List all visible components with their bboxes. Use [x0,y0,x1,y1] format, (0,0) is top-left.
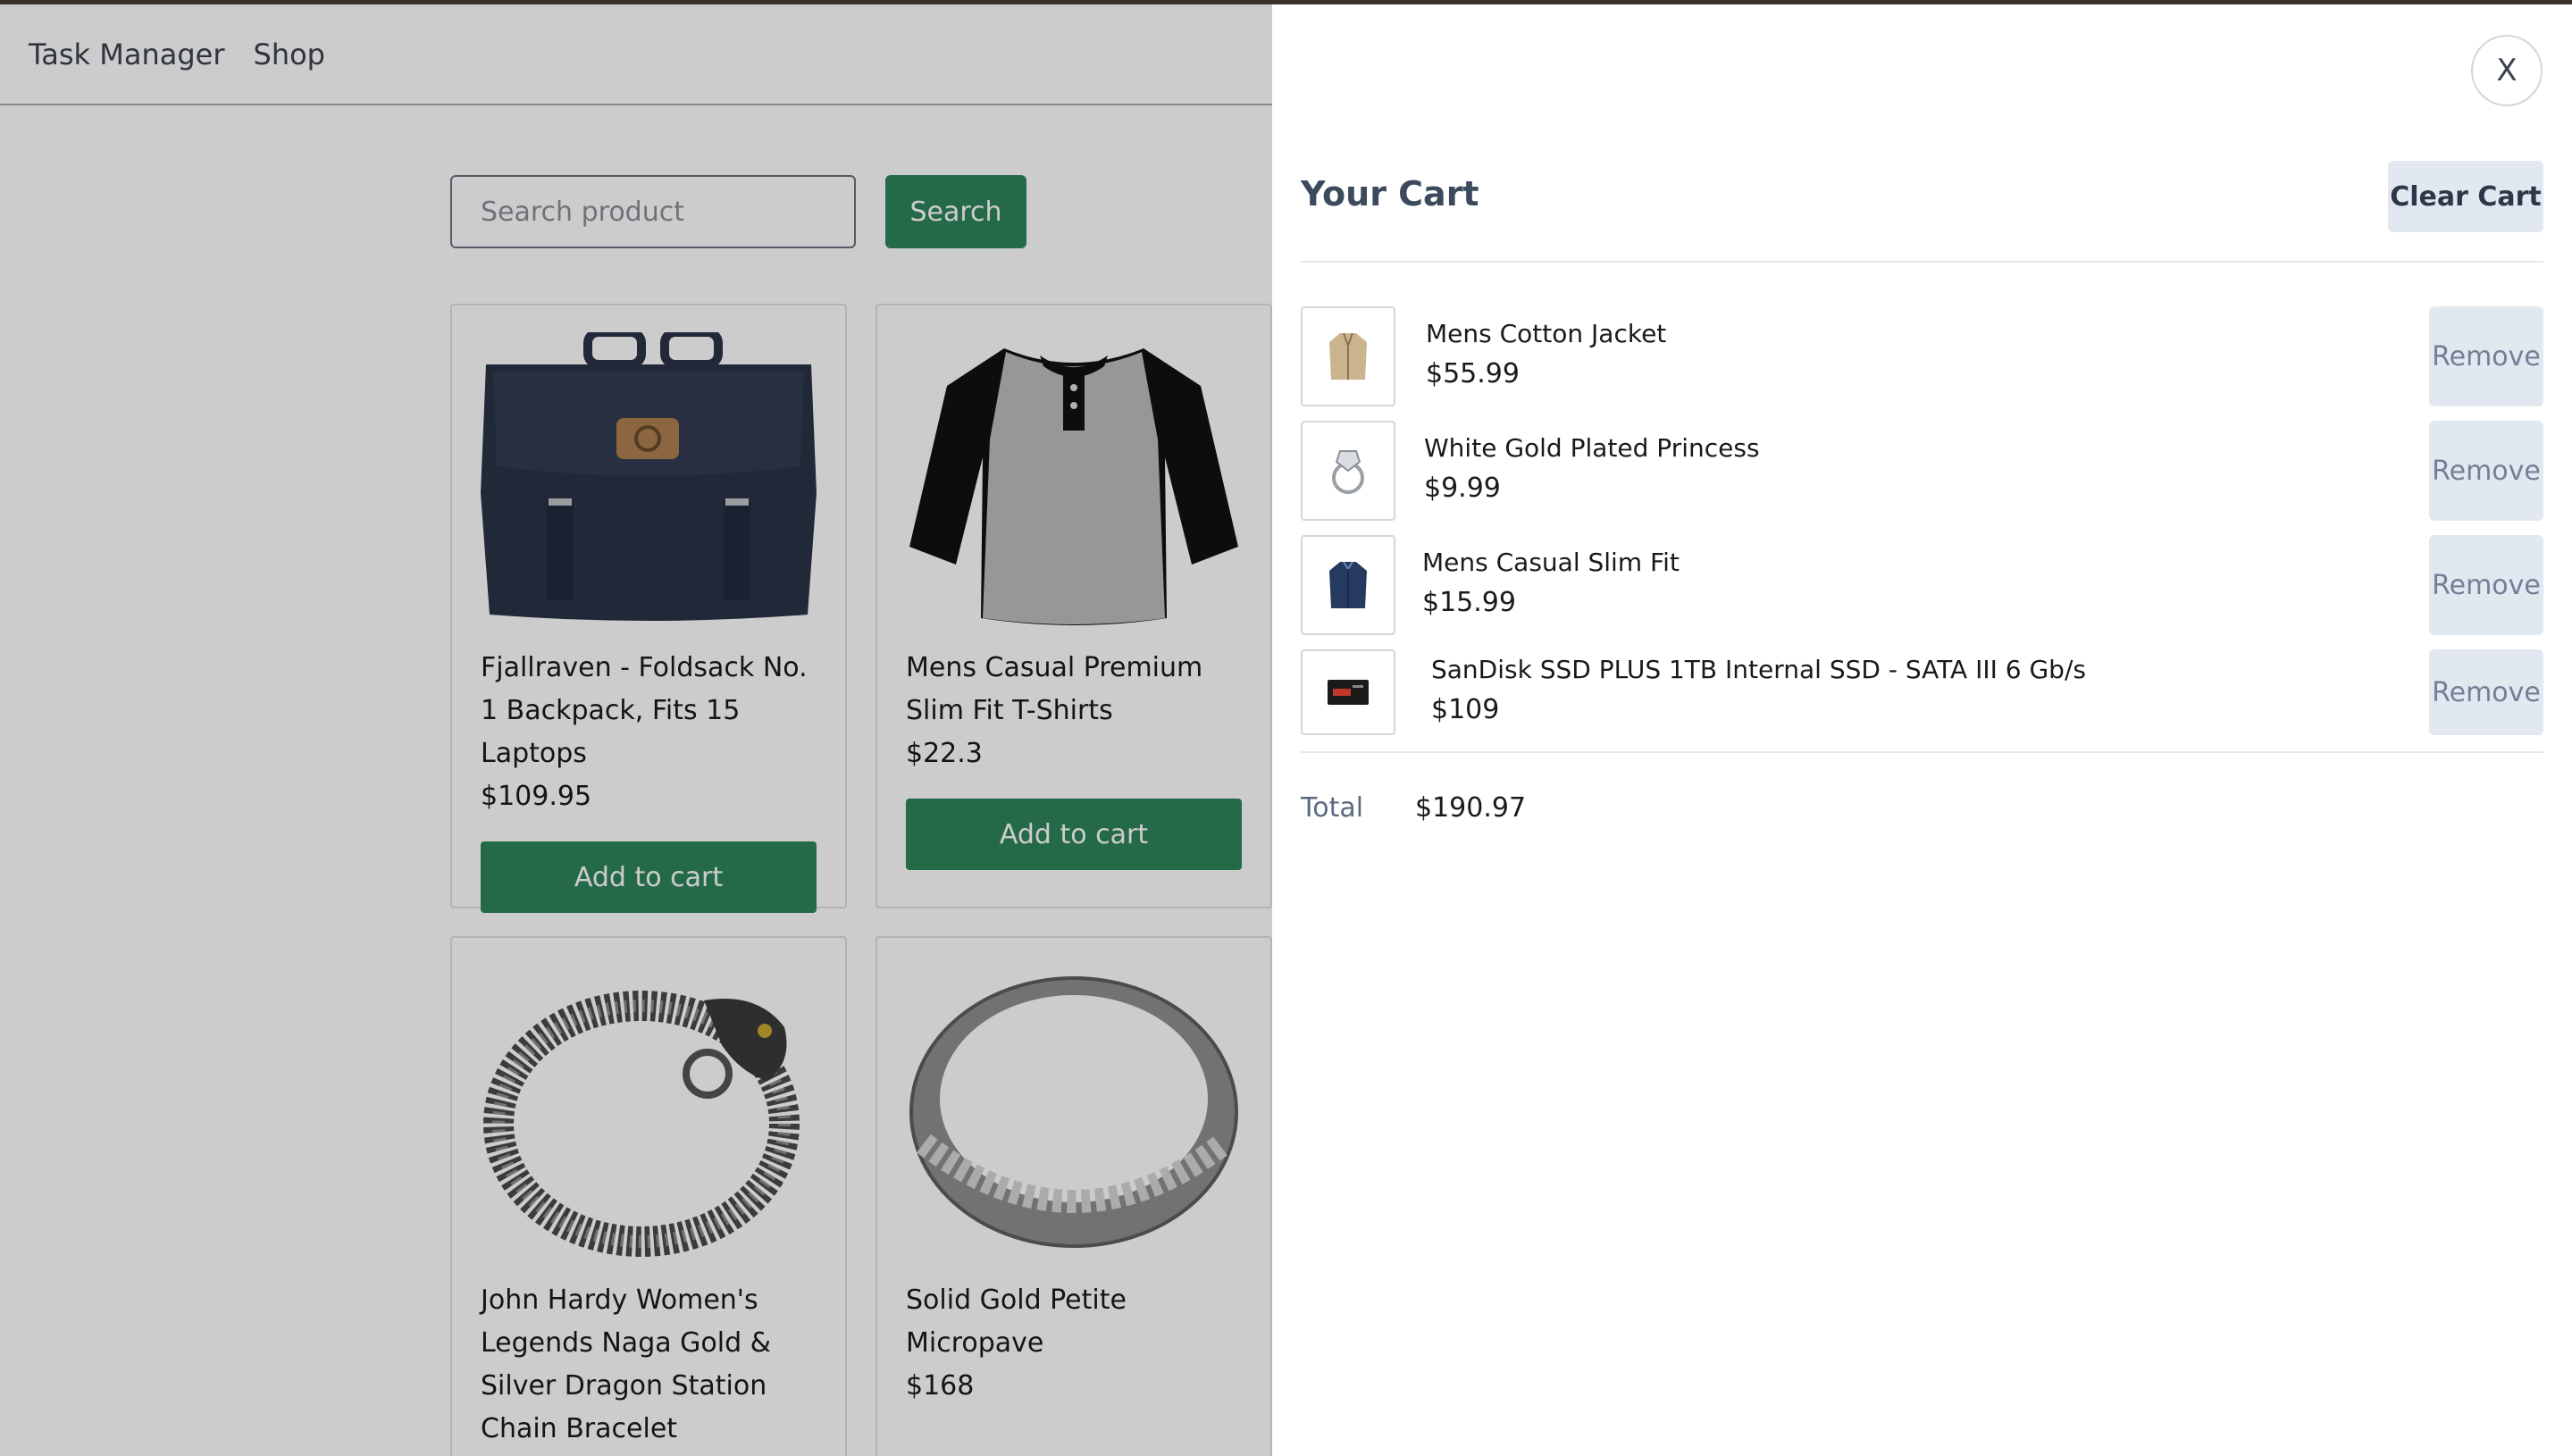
cart-item-price: $15.99 [1422,587,1516,618]
modal-backdrop[interactable] [0,0,1272,1456]
ssd-icon [1301,649,1395,735]
cart-item-name: SanDisk SSD PLUS 1TB Internal SSD - SATA… [1431,655,2086,684]
cart-drawer: X Your Cart Clear Cart Mens Cotton Jacke… [1272,4,2572,1456]
cart-item-price: $109 [1431,694,1500,725]
divider [1301,751,2543,753]
cart-item: White Gold Plated Princess $9.99 Remove [1301,421,2543,521]
jacket-icon [1301,306,1395,406]
total-label: Total [1301,792,1364,824]
cart-item-name: Mens Casual Slim Fit [1422,548,1680,577]
remove-item-button[interactable]: Remove [2429,306,2543,406]
clear-cart-button[interactable]: Clear Cart [2388,161,2543,232]
cart-item: Mens Casual Slim Fit $15.99 Remove [1301,535,2543,635]
cart-title: Your Cart [1301,174,1479,213]
cart-item-price: $55.99 [1426,358,1520,389]
total-value: $190.97 [1415,792,1527,824]
cart-item-name: White Gold Plated Princess [1424,433,1760,463]
cart-item: SanDisk SSD PLUS 1TB Internal SSD - SATA… [1301,649,2543,735]
remove-item-button[interactable]: Remove [2429,649,2543,735]
window-top-border [0,0,2572,4]
ring-icon [1301,421,1395,521]
divider [1301,261,2543,263]
cart-item-name: Mens Cotton Jacket [1426,319,1667,348]
remove-item-button[interactable]: Remove [2429,535,2543,635]
close-cart-button[interactable]: X [2471,35,2543,106]
cart-item: Mens Cotton Jacket $55.99 Remove [1301,306,2543,406]
remove-item-button[interactable]: Remove [2429,421,2543,521]
cart-item-price: $9.99 [1424,473,1501,504]
shirt-icon [1301,535,1395,635]
